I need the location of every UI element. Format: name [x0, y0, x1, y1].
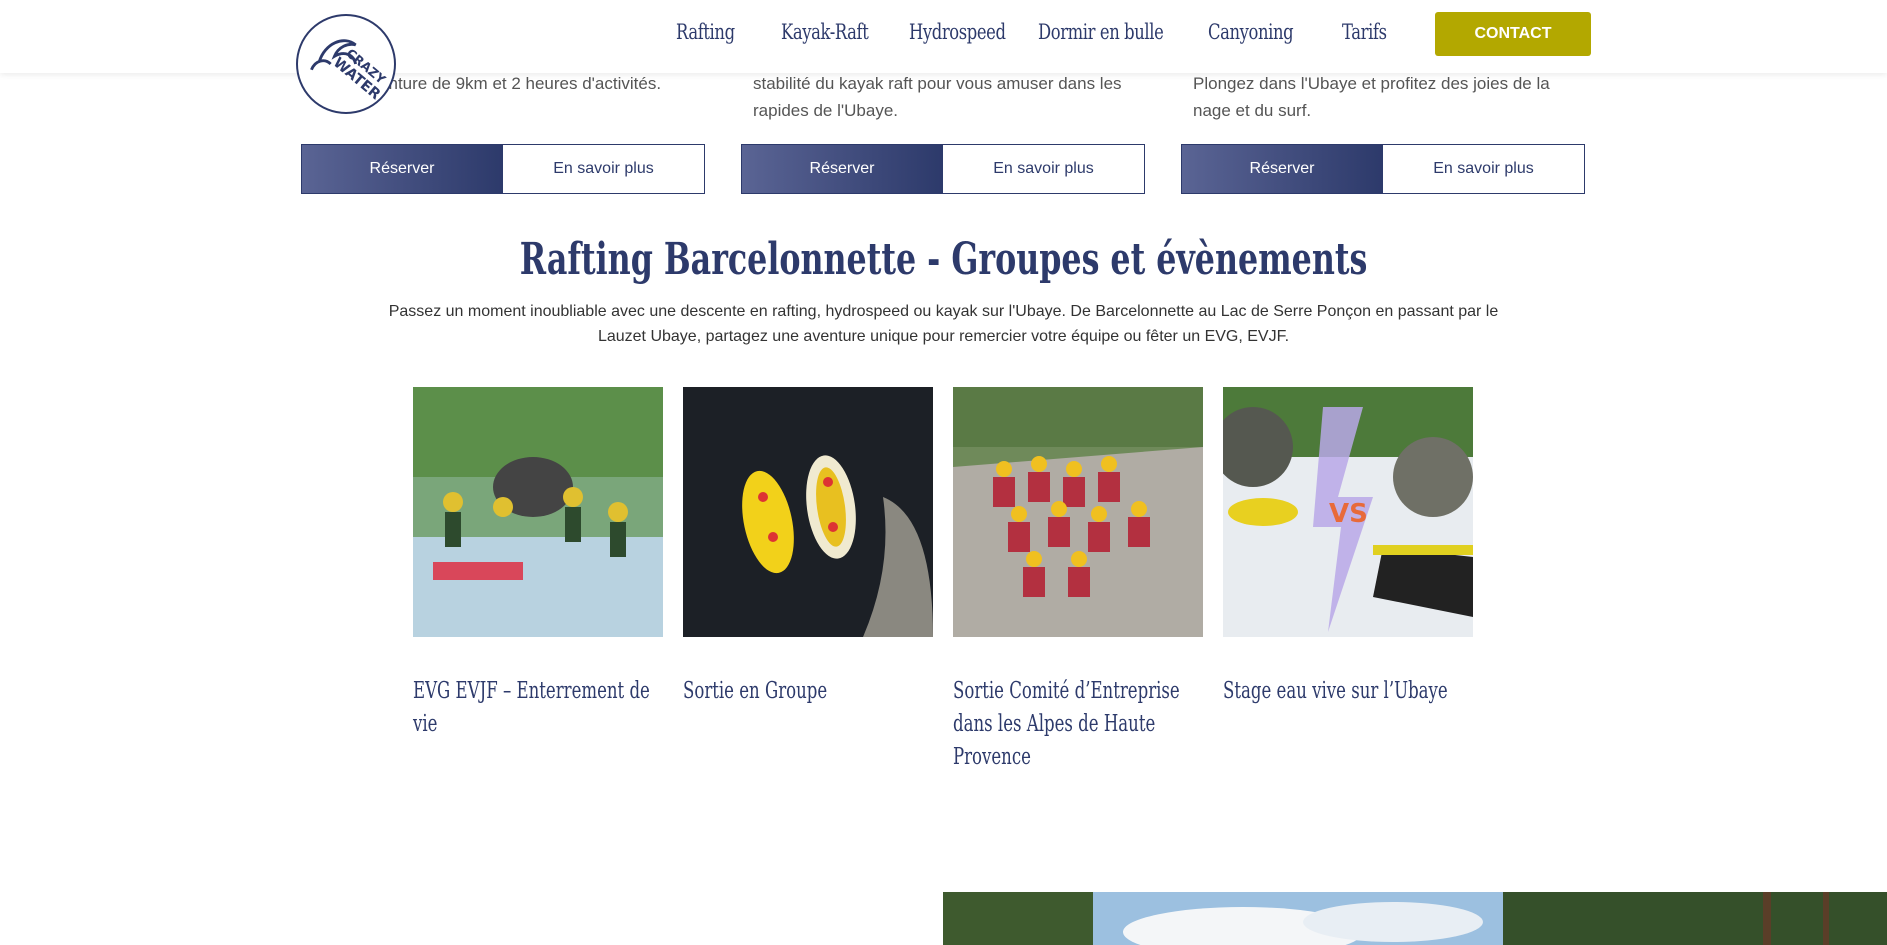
tile-evg-title-text: EVG EVJF – Enterrement de vie	[413, 678, 650, 737]
nav-kayak-raft[interactable]: Kayak-Raft	[781, 20, 869, 44]
crazy-water-logo-icon: CRAZY WATER	[310, 39, 389, 103]
reserve-button[interactable]: Réserver	[1181, 144, 1383, 194]
reserve-button[interactable]: Réserver	[741, 144, 943, 194]
bottom-landscape-image	[943, 892, 1887, 945]
tile-groupe-title[interactable]: Sortie en Groupe	[683, 675, 933, 708]
nav-canyoning[interactable]: Canyoning	[1208, 20, 1294, 44]
card-2-buttons: Réserver En savoir plus	[741, 144, 1145, 194]
tile-evg-title[interactable]: EVG EVJF – Enterrement de vie	[413, 675, 663, 741]
logo[interactable]: CRAZY WATER	[296, 14, 396, 114]
tile-groupe-title-text: Sortie en Groupe	[683, 678, 828, 704]
tile-comite-image[interactable]	[953, 387, 1203, 637]
site-header: CONTACT Rafting Kayak-Raft Hydrospeed Do…	[0, 0, 1887, 73]
svg-text:VS: VS	[1329, 499, 1368, 529]
learn-more-button[interactable]: En savoir plus	[503, 144, 705, 194]
contact-button[interactable]: CONTACT	[1435, 12, 1591, 56]
tile-stage-title[interactable]: Stage eau vive sur l’Ubaye	[1223, 675, 1473, 708]
nav-dormir-en-bulle[interactable]: Dormir en bulle	[1038, 20, 1164, 44]
tile-evg-image[interactable]	[413, 387, 663, 637]
card-1-buttons: Réserver En savoir plus	[301, 144, 705, 194]
tile-stage-image[interactable]: VS	[1223, 387, 1473, 637]
learn-more-button[interactable]: En savoir plus	[943, 144, 1145, 194]
nav-hydrospeed[interactable]: Hydrospeed	[909, 20, 1006, 44]
reserve-button[interactable]: Réserver	[301, 144, 503, 194]
tile-comite-title-text: Sortie Comité d’Entreprise dans les Alpe…	[953, 678, 1180, 770]
tile-stage-title-text: Stage eau vive sur l’Ubaye	[1223, 678, 1448, 704]
tile-comite-title[interactable]: Sortie Comité d’Entreprise dans les Alpe…	[953, 675, 1203, 774]
card-2-text: stabilité du kayak raft pour vous amuser…	[753, 74, 1122, 120]
learn-more-button[interactable]: En savoir plus	[1383, 144, 1585, 194]
card-3-buttons: Réserver En savoir plus	[1181, 144, 1585, 194]
card-3-text: Plongez dans l'Ubaye et profitez des joi…	[1193, 74, 1550, 120]
section-title-text: Rafting Barcelonnette - Groupes et évène…	[519, 234, 1368, 285]
nav-rafting[interactable]: Rafting	[676, 20, 735, 44]
section-description: Passez un moment inoubliable avec une de…	[388, 303, 1499, 345]
section-title: Rafting Barcelonnette - Groupes et évène…	[0, 234, 1887, 285]
tile-groupe-image[interactable]	[683, 387, 933, 637]
nav-tarifs[interactable]: Tarifs	[1342, 20, 1387, 44]
